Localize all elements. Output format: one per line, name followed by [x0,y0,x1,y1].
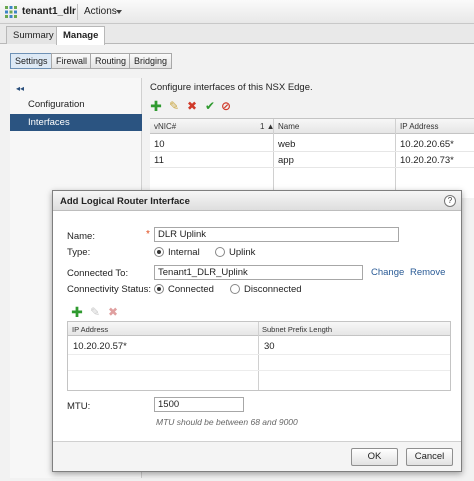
connected-to-input[interactable] [154,265,363,280]
row-vnic: 11 [154,155,164,166]
help-icon[interactable]: ? [444,195,456,207]
type-internal-label[interactable]: Internal [168,247,200,258]
cancel-button[interactable]: Cancel [406,448,453,466]
mtu-hint: MTU should be between 68 and 9000 [156,417,298,427]
row-ip: 10.20.20.65* [400,139,454,150]
type-internal-radio[interactable] [154,247,164,257]
nav-item-interfaces[interactable]: Interfaces [10,114,142,131]
subtab-bridging[interactable]: Bridging [129,53,173,69]
remove-link[interactable]: Remove [410,267,445,278]
tab-bar: Summary Manage [0,24,474,45]
dialog-header[interactable]: Add Logical Router Interface ? [53,191,461,211]
type-uplink-radio[interactable] [215,247,225,257]
mtu-label: MTU: [67,401,91,412]
add-interface-dialog: Add Logical Router Interface ? Name: * T… [52,190,462,472]
required-mark: * [146,229,150,240]
edit-icon[interactable]: ✎ [89,306,101,318]
add-icon[interactable]: ✚ [71,305,83,319]
object-title: tenant1_dlr [22,6,76,17]
nav-item-configuration[interactable]: Configuration [10,96,142,113]
ip-cell[interactable]: 10.20.20.57* [73,341,127,352]
type-uplink-label[interactable]: Uplink [229,247,255,258]
enable-icon[interactable]: ✔ [204,100,216,112]
connected-label[interactable]: Connected [168,284,214,295]
add-icon[interactable]: ✚ [150,99,162,113]
type-label: Type: [67,247,91,258]
ip-address-table: IP Address Subnet Prefix Length 10.20.20… [67,321,451,391]
name-label: Name: [67,231,95,242]
table-row[interactable]: 10 web 10.20.20.65* [150,136,474,152]
delete-icon[interactable]: ✖ [186,100,198,112]
collapse-icon[interactable]: ◂◂ [16,84,24,93]
edit-icon[interactable]: ✎ [168,100,180,112]
row-name: web [278,139,296,150]
subtab-routing[interactable]: Routing [90,53,132,69]
row-divider [68,354,450,355]
actions-menu[interactable]: Actions [84,6,117,17]
connectivity-label: Connectivity Status: [67,284,151,295]
app-grid-icon [5,6,17,18]
connected-to-label: Connected To: [67,268,129,279]
row-name: app [278,155,294,166]
chevron-down-icon[interactable] [116,10,122,14]
disconnected-radio[interactable] [230,284,240,294]
column-header-ip[interactable]: IP Address [400,122,439,131]
dialog-footer: OK Cancel [53,441,461,471]
name-input[interactable] [154,227,399,242]
connected-radio[interactable] [154,284,164,294]
mtu-input[interactable] [154,397,244,412]
subtab-settings[interactable]: Settings [10,53,53,69]
change-link[interactable]: Change [371,267,404,278]
ip-table-header: IP Address Subnet Prefix Length [68,322,450,336]
disable-icon[interactable]: ⊘ [220,100,232,112]
disconnected-label[interactable]: Disconnected [244,284,302,295]
column-header-vnic[interactable]: vNIC# [154,122,176,131]
table-row[interactable]: 11 app 10.20.20.73* [150,152,474,168]
delete-icon[interactable]: ✖ [107,306,119,318]
column-header-prefix[interactable]: Subnet Prefix Length [262,325,332,334]
column-header-ip-address[interactable]: IP Address [72,325,108,334]
interfaces-description: Configure interfaces of this NSX Edge. [150,82,313,93]
row-ip: 10.20.20.73* [400,155,454,166]
tab-summary[interactable]: Summary [6,26,61,44]
interfaces-table: vNIC# 1 ▲ Name IP Address 10 web 10.20.2… [150,118,474,199]
top-bar: tenant1_dlr Actions [0,0,474,24]
row-divider [68,370,450,371]
ok-button[interactable]: OK [351,448,398,466]
dialog-title: Add Logical Router Interface [60,196,190,207]
table-header: vNIC# 1 ▲ Name IP Address [150,119,474,134]
prefix-cell[interactable]: 30 [264,341,275,352]
row-vnic: 10 [154,139,165,150]
subtab-firewall[interactable]: Firewall [51,53,93,69]
column-header-name[interactable]: Name [278,122,299,131]
column-divider [258,322,259,390]
tab-manage[interactable]: Manage [56,26,106,45]
title-divider [77,4,78,20]
